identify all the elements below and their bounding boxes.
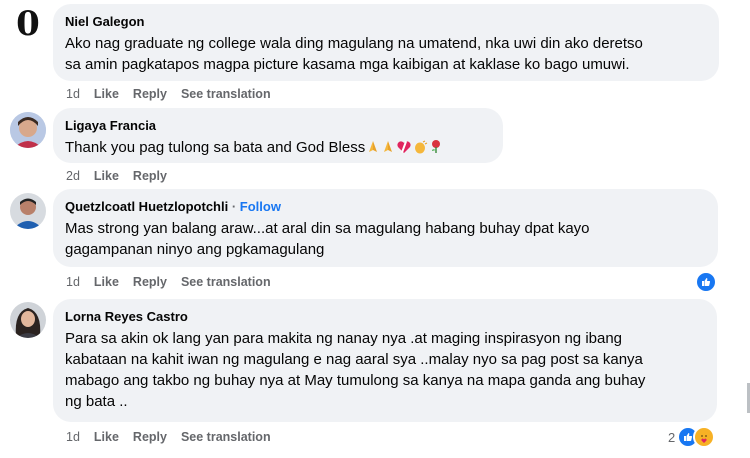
reply-button[interactable]: Reply (133, 168, 167, 184)
comment-line: gagampanan ninyo ang pgkamagulang (65, 241, 325, 258)
heart-emoji-icon (396, 139, 412, 160)
comment-actions: 1d Like Reply See translation (66, 86, 271, 102)
avatar[interactable] (10, 112, 46, 148)
see-translation-button[interactable]: See translation (181, 86, 271, 102)
avatar-letter: 0 (16, 6, 40, 42)
comment-actions: 1d Like Reply See translation (66, 274, 271, 290)
comment-line: mabago ang takbo ng buhay nya at May tum… (65, 372, 646, 389)
pray-emoji-icon (381, 139, 395, 160)
comment-actions: 2d Like Reply (66, 168, 167, 184)
comment-bubble: Niel Galegon Ako nag graduate ng college… (53, 4, 719, 81)
separator: · (228, 199, 240, 214)
reply-button[interactable]: Reply (133, 274, 167, 290)
avatar-image (10, 112, 46, 148)
reaction-summary[interactable] (695, 271, 717, 293)
avatar-image (10, 302, 46, 338)
comment-line: kabataan na kahit iwan ng magulang e nag… (65, 351, 643, 368)
comment-author[interactable]: Niel Galegon (65, 13, 707, 30)
comment-text: Thank you pag tulong sa bata and God Ble… (65, 137, 491, 160)
avatar[interactable] (10, 193, 46, 229)
follow-button[interactable]: Follow (240, 199, 281, 214)
comment-author[interactable]: Lorna Reyes Castro (65, 308, 705, 325)
rose-emoji-icon (429, 139, 443, 160)
see-translation-button[interactable]: See translation (181, 274, 271, 290)
see-translation-button[interactable]: See translation (181, 429, 271, 445)
reply-button[interactable]: Reply (133, 429, 167, 445)
like-button[interactable]: Like (94, 429, 119, 445)
comment-time[interactable]: 1d (66, 429, 80, 445)
comment-line: Mas strong yan balang araw...at aral din… (65, 220, 590, 237)
avatar[interactable] (10, 302, 46, 338)
comment-author[interactable]: Ligaya Francia (65, 117, 491, 134)
comment-time[interactable]: 1d (66, 274, 80, 290)
avatar[interactable]: 0 (10, 6, 46, 42)
like-button[interactable]: Like (94, 86, 119, 102)
like-reaction-icon (695, 271, 717, 293)
comment-time[interactable]: 1d (66, 86, 80, 102)
reaction-count: 2 (668, 429, 676, 445)
comment-line: ng bata .. (65, 393, 128, 410)
comment-bubble: Ligaya Francia Thank you pag tulong sa b… (53, 108, 503, 163)
comment-bubble: Quetzlcoatl Huetzlopotchli · Follow Mas … (53, 189, 718, 267)
comment-author: Quetzlcoatl Huetzlopotchli · Follow (65, 198, 706, 215)
like-button[interactable]: Like (94, 168, 119, 184)
comment-text: Para sa akin ok lang yan para makita ng … (65, 328, 705, 412)
comment-line: Para sa akin ok lang yan para makita ng … (65, 330, 623, 347)
comment-line: sa amin pagkatapos magpa picture kasama … (65, 56, 630, 73)
comment-text: Ako nag graduate ng college wala ding ma… (65, 33, 707, 75)
comment-bubble: Lorna Reyes Castro Para sa akin ok lang … (53, 299, 717, 422)
author-name[interactable]: Quetzlcoatl Huetzlopotchli (65, 199, 228, 214)
comment-text: Mas strong yan balang araw...at aral din… (65, 218, 706, 260)
care-reaction-icon (693, 426, 716, 448)
comment-actions: 1d Like Reply See translation (66, 429, 271, 445)
reaction-summary[interactable]: 2 (668, 426, 716, 448)
comment-line: Ako nag graduate ng college wala ding ma… (65, 35, 643, 52)
comment-line: Thank you pag tulong sa bata and God Ble… (65, 139, 366, 156)
pray-emoji-icon (366, 139, 380, 160)
comment-time[interactable]: 2d (66, 168, 80, 184)
clap-emoji-icon (413, 139, 428, 160)
like-button[interactable]: Like (94, 274, 119, 290)
avatar-image (10, 193, 46, 229)
reply-button[interactable]: Reply (133, 86, 167, 102)
